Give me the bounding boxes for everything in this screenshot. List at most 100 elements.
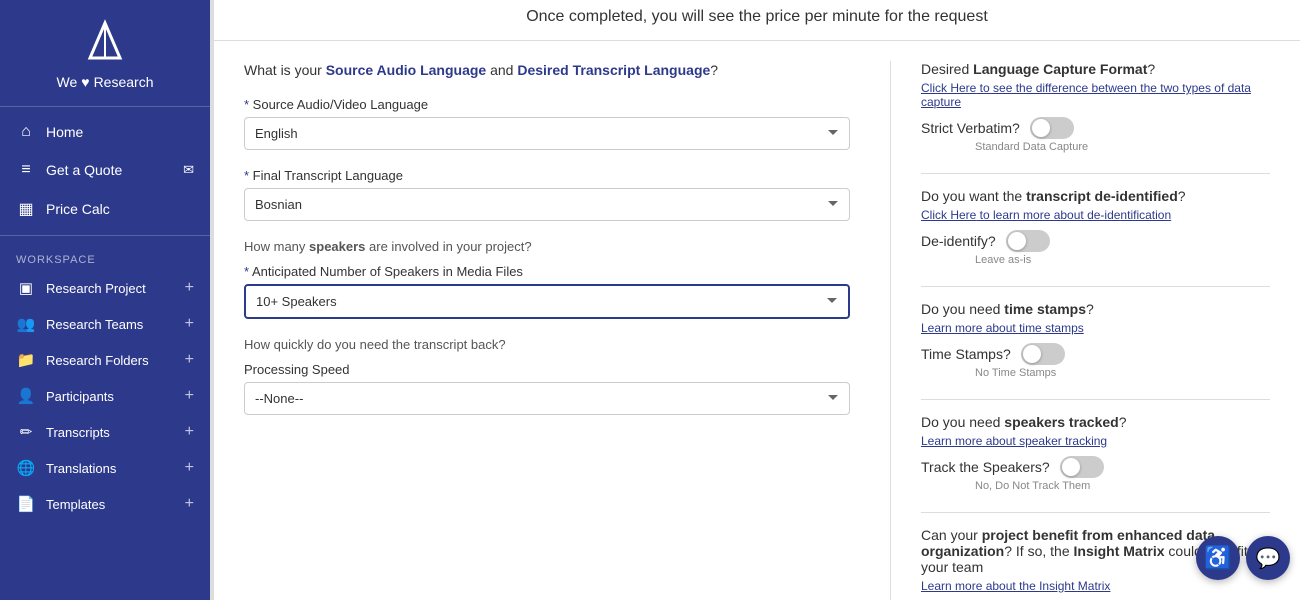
sidebar-item-quote-label: Get a Quote [46, 162, 122, 178]
timestamps-title: Do you need time stamps? [921, 301, 1270, 317]
logo-icon [80, 18, 130, 68]
sidebar-item-home[interactable]: ⌂ Home [0, 113, 210, 151]
main-content: Once completed, you will see the price p… [214, 0, 1300, 600]
workspace-label: WORKSPACE [0, 242, 210, 270]
sidebar-item-participants[interactable]: 👤 Participants + [0, 378, 210, 414]
speakers-count-select[interactable]: 1 Speaker 2 Speakers 3-5 Speakers 6-9 Sp… [244, 284, 850, 319]
timestamps-toggle[interactable] [1021, 343, 1065, 365]
source-language-label: * Source Audio/Video Language [244, 97, 850, 112]
sidebar-item-research-folders[interactable]: 📁 Research Folders + [0, 342, 210, 378]
research-folders-icon: 📁 [16, 351, 36, 369]
sidebar-item-research-project[interactable]: ▣ Research Project + [0, 270, 210, 306]
timestamps-section: Do you need time stamps? Learn more abou… [921, 301, 1270, 379]
deidentify-title: Do you want the transcript de-identified… [921, 188, 1270, 204]
sidebar-item-price-calc-label: Price Calc [46, 201, 110, 217]
research-teams-icon: 👥 [16, 315, 36, 333]
processing-speed-group: Processing Speed --None-- Standard Rush … [244, 362, 850, 415]
sidebar-item-participants-label: Participants [46, 389, 114, 404]
sidebar-item-templates-label: Templates [46, 497, 105, 512]
sidebar-item-transcripts-label: Transcripts [46, 425, 110, 440]
verbatim-toggle[interactable] [1030, 117, 1074, 139]
speed-question: How quickly do you need the transcript b… [244, 337, 850, 352]
sidebar-item-templates[interactable]: 📄 Templates + [0, 486, 210, 522]
sidebar-item-home-label: Home [46, 124, 83, 140]
research-teams-plus-icon[interactable]: + [185, 315, 194, 333]
speakers-count-group: * Anticipated Number of Speakers in Medi… [244, 264, 850, 319]
deidentify-section: Do you want the transcript de-identified… [921, 188, 1270, 266]
timestamps-sublabel: No Time Stamps [975, 367, 1270, 379]
research-project-plus-icon[interactable]: + [185, 279, 194, 297]
left-panel: What is your Source Audio Language and D… [244, 61, 890, 600]
speaker-tracking-section: Do you need speakers tracked? Learn more… [921, 414, 1270, 492]
verbatim-label: Strict Verbatim? [921, 120, 1020, 136]
price-calc-icon: ▦ [16, 199, 36, 219]
source-language-select[interactable]: English Spanish French German Bosnian [244, 117, 850, 150]
brand-heart-icon: ♥ [81, 74, 89, 90]
divider-1 [921, 173, 1270, 174]
source-language-group: * Source Audio/Video Language English Sp… [244, 97, 850, 150]
speaker-tracking-title: Do you need speakers tracked? [921, 414, 1270, 430]
sidebar-item-research-teams-label: Research Teams [46, 317, 143, 332]
deidentify-toggle[interactable] [1006, 230, 1050, 252]
deidentify-link[interactable]: Click Here to learn more about de-identi… [921, 208, 1270, 222]
sidebar-divider-workspace [0, 235, 210, 236]
transcript-language-group: * Final Transcript Language English Bosn… [244, 168, 850, 221]
timestamps-link[interactable]: Learn more about time stamps [921, 321, 1270, 335]
verbatim-sublabel: Standard Data Capture [975, 141, 1270, 153]
processing-speed-select[interactable]: --None-- Standard Rush Super Rush [244, 382, 850, 415]
content-body: What is your Source Audio Language and D… [214, 41, 1300, 600]
home-icon: ⌂ [16, 123, 36, 141]
sidebar-item-transcripts[interactable]: ✏ Transcripts + [0, 414, 210, 450]
timestamps-label: Time Stamps? [921, 346, 1011, 362]
timestamps-toggle-row: Time Stamps? [921, 343, 1270, 365]
templates-plus-icon[interactable]: + [185, 495, 194, 513]
deidentify-sublabel: Leave as-is [975, 254, 1270, 266]
header-text: Once completed, you will see the price p… [526, 8, 988, 25]
speaker-tracking-label: Track the Speakers? [921, 459, 1050, 475]
page-header: Once completed, you will see the price p… [214, 0, 1300, 41]
brand-we: We [57, 74, 78, 90]
accessibility-icon: ♿ [1204, 545, 1231, 571]
capture-format-link[interactable]: Click Here to see the difference between… [921, 81, 1270, 109]
sidebar-brand: We ♥ Research [57, 74, 154, 90]
language-section-title: What is your Source Audio Language and D… [244, 61, 850, 81]
sidebar-item-price-calc[interactable]: ▦ Price Calc [0, 189, 210, 229]
participants-icon: 👤 [16, 387, 36, 405]
transcript-language-select[interactable]: English Bosnian Spanish French [244, 188, 850, 221]
speakers-count-label: * Anticipated Number of Speakers in Medi… [244, 264, 850, 279]
sidebar-logo-section: We ♥ Research [0, 0, 210, 100]
speaker-tracking-toggle[interactable] [1060, 456, 1104, 478]
sidebar-item-translations-label: Translations [46, 461, 116, 476]
divider-4 [921, 512, 1270, 513]
speaker-tracking-link[interactable]: Learn more about speaker tracking [921, 434, 1270, 448]
divider-3 [921, 399, 1270, 400]
sidebar-item-translations[interactable]: 🌐 Translations + [0, 450, 210, 486]
insight-matrix-link[interactable]: Learn more about the Insight Matrix [921, 579, 1270, 593]
speaker-tracking-toggle-row: Track the Speakers? [921, 456, 1270, 478]
processing-speed-label: Processing Speed [244, 362, 850, 377]
sidebar-item-get-a-quote[interactable]: ≡ Get a Quote ✉ [0, 151, 210, 189]
sidebar-divider-top [0, 106, 210, 107]
divider-2 [921, 286, 1270, 287]
capture-format-section: Desired Language Capture Format? Click H… [921, 61, 1270, 153]
chat-button[interactable]: 💬 [1246, 536, 1290, 580]
speaker-tracking-sublabel: No, Do Not Track Them [975, 480, 1270, 492]
participants-plus-icon[interactable]: + [185, 387, 194, 405]
deidentify-toggle-row: De-identify? [921, 230, 1270, 252]
brand-research: Research [94, 74, 154, 90]
sidebar-item-research-teams[interactable]: 👥 Research Teams + [0, 306, 210, 342]
research-folders-plus-icon[interactable]: + [185, 351, 194, 369]
capture-format-title: Desired Language Capture Format? [921, 61, 1270, 77]
templates-icon: 📄 [16, 495, 36, 513]
chat-icon: 💬 [1256, 546, 1281, 571]
transcripts-plus-icon[interactable]: + [185, 423, 194, 441]
deidentify-label: De-identify? [921, 233, 996, 249]
translations-plus-icon[interactable]: + [185, 459, 194, 477]
sidebar: We ♥ Research ⌂ Home ≡ Get a Quote ✉ ▦ P… [0, 0, 210, 600]
speakers-question: How many speakers are involved in your p… [244, 239, 850, 254]
sidebar-item-research-project-label: Research Project [46, 281, 146, 296]
mail-icon: ✉ [183, 162, 194, 178]
sidebar-item-research-folders-label: Research Folders [46, 353, 149, 368]
accessibility-button[interactable]: ♿ [1196, 536, 1240, 580]
verbatim-toggle-row: Strict Verbatim? [921, 117, 1270, 139]
